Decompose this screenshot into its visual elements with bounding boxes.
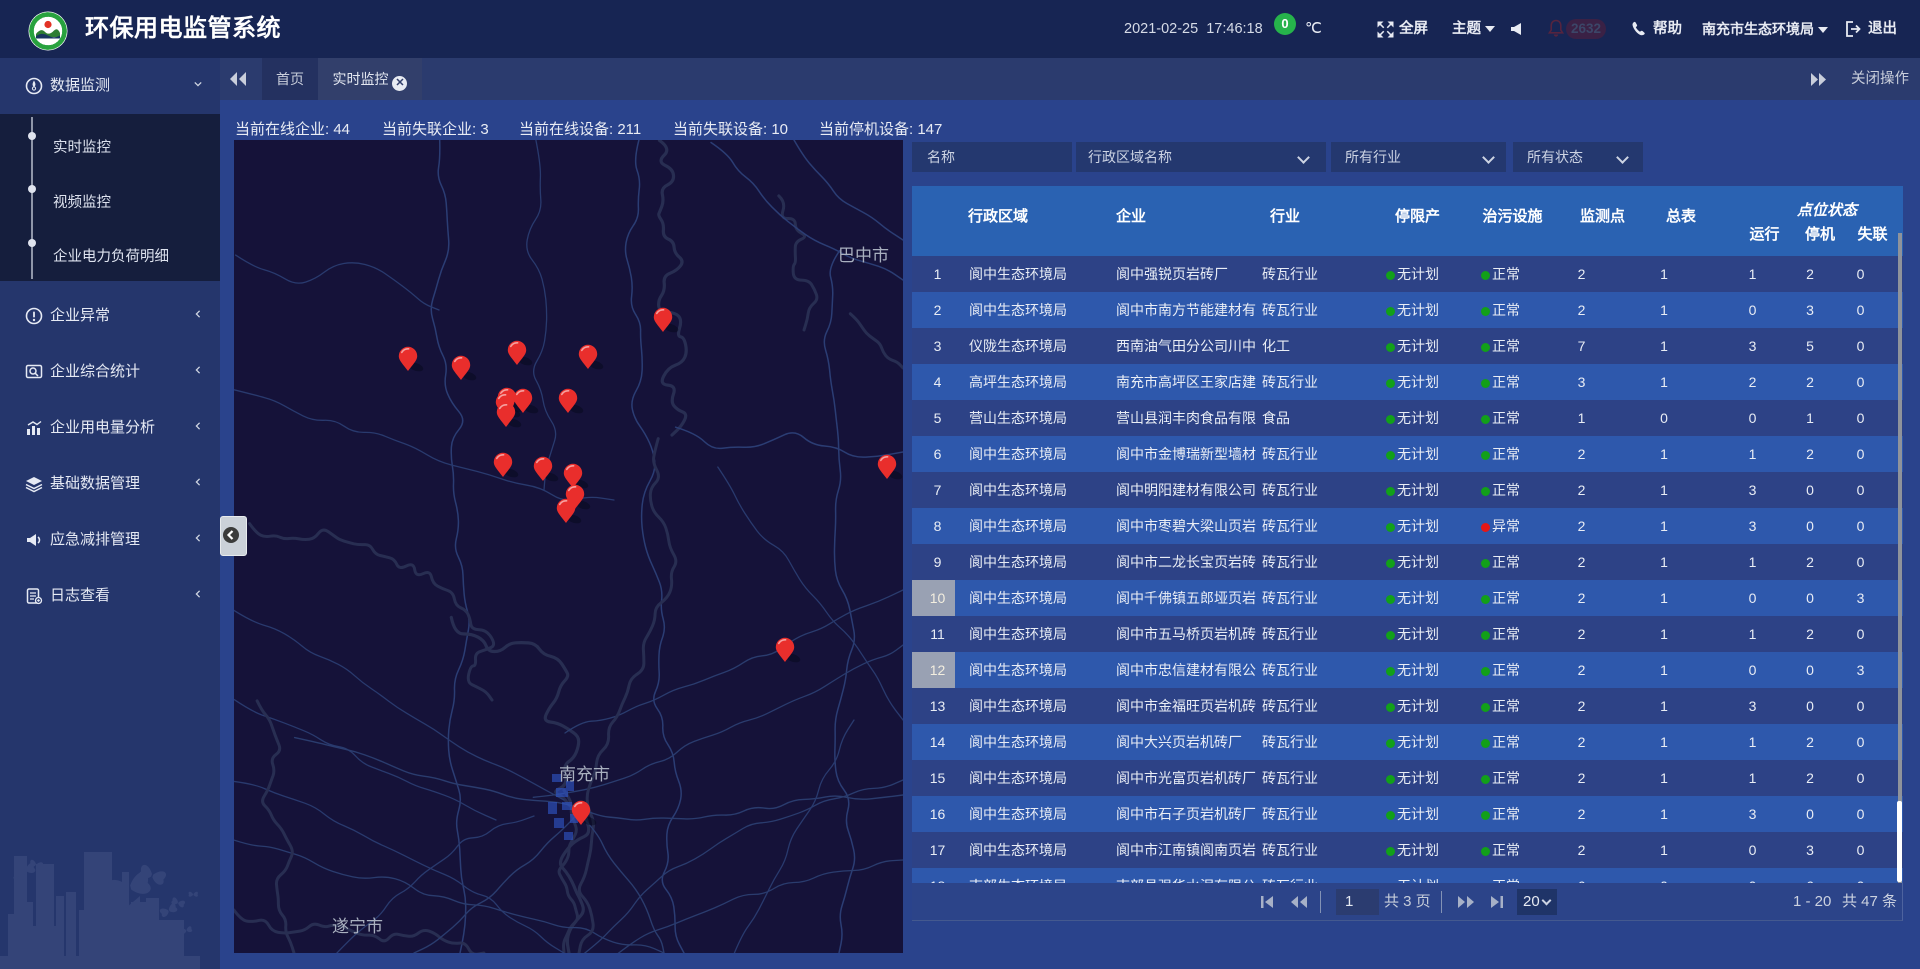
svg-text:南充市: 南充市 <box>559 765 610 784</box>
svg-text:遂宁市: 遂宁市 <box>332 917 383 936</box>
svg-text:巴中市: 巴中市 <box>838 246 889 265</box>
